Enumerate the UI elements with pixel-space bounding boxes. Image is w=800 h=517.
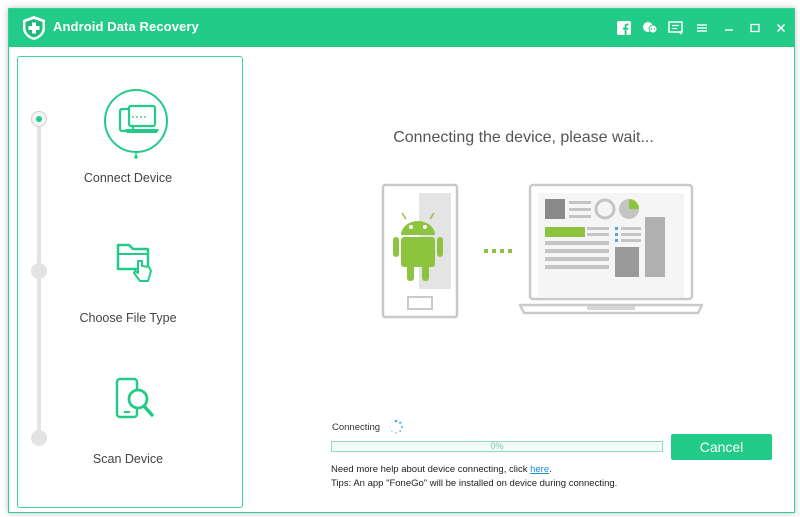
feedback-icon[interactable] — [664, 16, 688, 40]
steps-sidebar: Connect Device Choose File Type Scan Dev… — [17, 56, 243, 508]
title-bar: Android Data Recovery — [9, 9, 794, 47]
connection-progress-bar: 0% — [331, 441, 663, 452]
phone-search-icon — [115, 377, 154, 419]
step-label-connect: Connect Device — [83, 171, 173, 185]
main-panel: Connecting the device, please wait... Co… — [251, 47, 794, 512]
help-prefix: Need more help about device connecting, … — [331, 464, 531, 475]
step-label-choose-file[interactable]: Choose File Type — [18, 311, 238, 325]
laptop-icon — [518, 183, 704, 315]
facebook-icon[interactable] — [612, 16, 636, 40]
page-title: Connecting the device, please wait... — [393, 129, 654, 146]
step-choose-file-type[interactable] — [18, 237, 238, 287]
minimize-button[interactable] — [716, 9, 742, 47]
title-bar-controls — [612, 9, 794, 47]
android-phone-icon — [381, 183, 459, 319]
help-suffix: . — [549, 464, 552, 475]
cancel-button[interactable]: Cancel — [671, 434, 772, 460]
connection-dots-icon — [484, 249, 512, 253]
loading-spinner-icon — [389, 419, 404, 434]
app-title: Android Data Recovery — [53, 19, 199, 34]
connecting-illustration — [381, 183, 704, 319]
connection-status: Connecting — [332, 419, 404, 435]
step-dot-scan — [31, 430, 47, 446]
close-icon — [776, 23, 786, 33]
progress-text: 0% — [490, 441, 504, 451]
status-label: Connecting — [332, 421, 381, 433]
help-text: Need more help about device connecting, … — [331, 464, 552, 475]
step-connect-device — [18, 89, 238, 159]
app-window: Android Data Recovery Connect Device Cho… — [8, 8, 795, 513]
app-logo-icon — [23, 16, 45, 40]
close-button[interactable] — [768, 9, 794, 47]
folder-touch-icon — [116, 243, 152, 282]
maximize-icon — [750, 23, 760, 33]
maximize-button[interactable] — [742, 9, 768, 47]
step-scan-device[interactable] — [18, 377, 238, 427]
devices-icon — [104, 89, 168, 159]
chat-icon[interactable] — [638, 16, 662, 40]
minimize-icon — [725, 29, 733, 31]
help-link[interactable]: here — [530, 464, 549, 475]
step-label-scan[interactable]: Scan Device — [18, 452, 238, 466]
menu-icon[interactable] — [690, 16, 714, 40]
tips-text: Tips: An app "FoneGo" will be installed … — [331, 478, 618, 489]
